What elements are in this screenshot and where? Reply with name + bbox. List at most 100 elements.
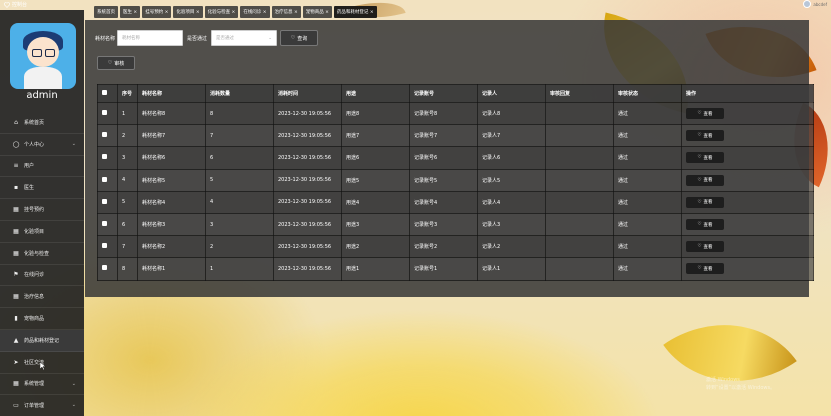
sidebar-item[interactable]: ▦ 治疗信息 (0, 286, 84, 309)
sidebar-item[interactable]: ◯ 个人中心 ⌄ (0, 134, 84, 156)
row-checkbox[interactable] (102, 265, 107, 271)
sidebar-item[interactable]: ▭ 订单管理 ⌄ (0, 395, 84, 416)
user-area[interactable]: abcdef (803, 0, 827, 8)
table-cell: 记录人5 (477, 168, 546, 192)
table-cell: 2023-12-30 19:05:56 (273, 146, 342, 170)
tab[interactable]: 药品和耗材登记 × (333, 6, 377, 18)
table-cell (545, 235, 614, 259)
sidebar-item[interactable]: ▪ 医生 (0, 177, 84, 200)
row-checkbox[interactable] (102, 154, 107, 160)
chart-icon: ▮ (14, 315, 18, 323)
row-checkbox[interactable] (102, 176, 107, 182)
send-icon: ➤ (13, 358, 19, 366)
row-checkbox[interactable] (102, 110, 107, 116)
table-cell: 记录账号6 (409, 146, 478, 170)
sidebar-item-label: 挂号预约 (24, 207, 45, 214)
table-row: 4 耗材名称5 5 2023-12-30 19:05:56 用途5 记录账号5 记录人5 通过… (97, 168, 814, 192)
table-cell (545, 190, 614, 214)
sidebar-item-label: 系统管理 (24, 381, 45, 388)
tab[interactable]: 治疗信息 × (271, 6, 301, 18)
table-row: 6 耗材名称3 3 2023-12-30 19:05:56 用途3 记录账号3 记录人3 通过… (97, 212, 814, 237)
audit-button[interactable]: ♡ 审核 (97, 56, 135, 70)
table-cell: 耗材名称5 (137, 168, 206, 192)
tab[interactable]: 化验项目 × (173, 6, 203, 18)
brand[interactable]: 控制台 (4, 1, 27, 8)
doctor-icon: ▪ (13, 184, 19, 192)
table-cell: 用途6 (341, 146, 410, 170)
row-checkbox-cell[interactable] (97, 212, 118, 237)
heart-icon: ♡ (697, 266, 702, 272)
tab[interactable]: 系统首页 (94, 6, 118, 18)
checkbox[interactable] (102, 90, 107, 95)
heart-icon: ♡ (697, 111, 702, 117)
table-cell: 记录账号7 (409, 124, 478, 148)
table-cell: 7 (205, 124, 274, 148)
chevron-down-icon: ⌄ (268, 35, 273, 41)
tab[interactable]: 医生 × (120, 6, 141, 18)
view-button[interactable]: ♡ 查看 (686, 263, 724, 275)
sidebar-item[interactable]: ≡ 用户 (0, 156, 84, 178)
view-button[interactable]: ♡ 查看 (686, 174, 724, 186)
view-button[interactable]: ♡ 查看 (686, 108, 724, 120)
table-cell: 2023-12-30 19:05:56 (273, 257, 342, 281)
row-checkbox-cell[interactable] (97, 235, 118, 259)
table-cell: 耗材名称1 (137, 257, 206, 281)
row-checkbox[interactable] (102, 132, 107, 138)
row-checkbox[interactable] (102, 221, 107, 227)
table-cell: 记录账号4 (409, 190, 478, 214)
row-checkbox-cell[interactable] (97, 168, 118, 192)
view-button[interactable]: ♡ 查看 (686, 196, 724, 208)
table-cell: 2023-12-30 19:05:56 (273, 235, 342, 259)
table-cell: 通过 (613, 212, 682, 237)
row-checkbox-cell[interactable] (97, 101, 118, 126)
table-cell: 记录账号8 (409, 101, 478, 126)
table-cell: 4 (205, 190, 274, 214)
tab[interactable]: 宠物商品 × (302, 6, 332, 18)
row-checkbox-cell[interactable] (97, 257, 118, 281)
sidebar-item[interactable]: ▮ 宠物商品 (0, 308, 84, 330)
row-checkbox-cell[interactable] (97, 124, 118, 148)
view-button[interactable]: ♡ 查看 (686, 152, 724, 164)
table-row: 3 耗材名称6 6 2023-12-30 19:05:56 用途6 记录账号6 记录人6 通过… (97, 146, 814, 170)
brand-title: 控制台 (12, 2, 28, 8)
view-button-label: 查看 (703, 111, 713, 117)
row-checkbox-cell[interactable] (97, 190, 118, 214)
column-header: 审核状态 (613, 84, 682, 103)
view-button[interactable]: ♡ 查看 (686, 241, 724, 253)
heart-icon (4, 1, 10, 8)
sidebar-item[interactable]: ▦ 化验与检查 (0, 243, 84, 265)
sidebar-item[interactable]: ⚑ 在线问诊 (0, 265, 84, 287)
name-label: 耗材名称 (95, 35, 116, 42)
heart-icon: ♡ (697, 155, 702, 161)
leaf-decoration (663, 287, 797, 416)
row-checkbox[interactable] (102, 243, 107, 249)
view-button[interactable]: ♡ 查看 (686, 219, 724, 231)
grid-icon: ▦ (13, 380, 19, 388)
sidebar-item[interactable]: ⌂ 系统首页 (0, 112, 84, 134)
table-cell (545, 212, 614, 237)
name-search-input[interactable]: 耗材名称 (117, 30, 184, 46)
table-cell (545, 168, 614, 192)
approved-select[interactable]: 是否通过 ⌄ (211, 30, 278, 46)
table-cell: 记录人3 (477, 212, 546, 237)
sidebar-item[interactable]: ▦ 挂号预约 (0, 199, 84, 221)
table-cell (545, 124, 614, 148)
view-button[interactable]: ♡ 查看 (686, 130, 724, 142)
tab[interactable]: 在线问诊 × (240, 6, 270, 18)
table-cell: 2023-12-30 19:05:56 (273, 101, 342, 126)
sidebar-item[interactable]: ▦ 系统管理 ⌄ (0, 374, 84, 396)
select-all-checkbox[interactable] (97, 84, 118, 103)
row-checkbox-cell[interactable] (97, 146, 118, 170)
tab[interactable]: 化验与检查 × (204, 6, 239, 18)
sidebar-item[interactable]: ▲ 药品和耗材登记 (0, 329, 84, 352)
user-avatar[interactable] (803, 0, 812, 8)
action-cell: ♡ 查看 (681, 124, 814, 148)
tab[interactable]: 挂号预约 × (142, 6, 172, 18)
grid-icon: ▦ (13, 227, 19, 235)
sidebar-item[interactable]: ▦ 化验项目 (0, 221, 84, 243)
query-button[interactable]: ♡ 查询 (280, 30, 319, 46)
row-checkbox[interactable] (102, 198, 107, 204)
action-cell: ♡ 查看 (681, 235, 814, 259)
table-cell: 3 (117, 146, 138, 170)
audit-button-label: 审核 (114, 60, 125, 67)
